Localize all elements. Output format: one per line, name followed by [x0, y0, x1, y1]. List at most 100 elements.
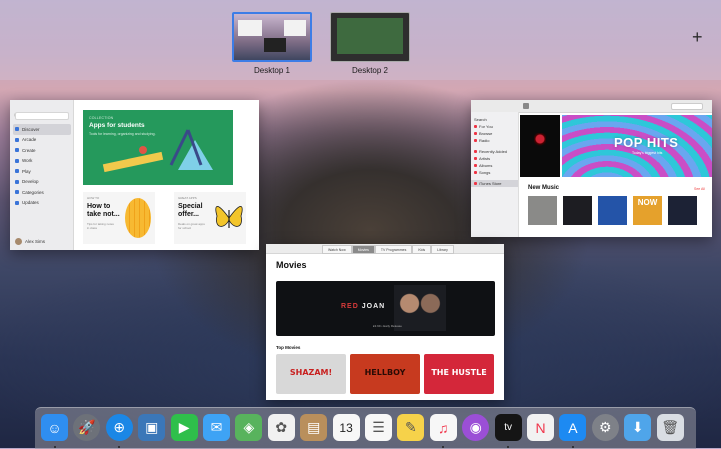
sidebar-item-label: Create: [22, 147, 36, 153]
add-desktop-button[interactable]: +: [692, 28, 703, 46]
rocket-icon: [15, 169, 19, 174]
notes-icon[interactable]: ✎: [397, 414, 425, 441]
tab-movies[interactable]: Movies: [351, 245, 375, 254]
brush-icon: [15, 148, 19, 153]
app-store-icon[interactable]: A: [559, 414, 587, 441]
sidebar-item-for-you[interactable]: For You: [471, 123, 518, 130]
album-cover[interactable]: [598, 196, 627, 225]
space-thumbnail: [330, 12, 410, 62]
search-input[interactable]: [671, 103, 703, 110]
orange-illustration: [125, 198, 151, 238]
movie-poster[interactable]: SHAZAM!: [276, 354, 346, 394]
tv-window[interactable]: Watch Now Movies TV Programmes Kids Libr…: [266, 244, 504, 400]
tv-icon[interactable]: tv: [494, 414, 522, 441]
sidebar-item-play[interactable]: Play: [13, 166, 71, 177]
space-desktop-1[interactable]: Desktop 1: [232, 12, 312, 75]
sidebar-item-songs[interactable]: Songs: [471, 169, 518, 176]
card-subtitle: Deals on great apps for school: [178, 222, 205, 230]
story-card[interactable]: HOW TO How to take not... Tips for takin…: [83, 192, 155, 244]
sidebar-item-discover[interactable]: Discover: [13, 124, 71, 135]
tab-tv-programmes[interactable]: TV Programmes: [374, 245, 413, 254]
heart-icon: [474, 125, 477, 128]
sidebar-item-recently-added[interactable]: Recently Added: [471, 148, 518, 155]
space-label: Desktop 2: [351, 66, 389, 75]
sidebar-item-categories[interactable]: Categories: [13, 187, 71, 198]
sidebar-item-label: Browse: [479, 131, 493, 136]
reminders-icon[interactable]: ☰: [365, 414, 392, 441]
app-store-main: COLLECTION Apps for students Tools for l…: [73, 100, 259, 250]
download-icon: [15, 200, 19, 205]
featured-movie-banner[interactable]: RED JOAN £3.99 • Early Release: [276, 281, 495, 336]
tab-kids[interactable]: Kids: [412, 245, 432, 254]
space-desktop-2[interactable]: Desktop 2: [330, 12, 410, 75]
sidebar-item-label: Updates: [22, 200, 39, 206]
movie-poster[interactable]: HELLBOY: [350, 354, 420, 394]
launchpad-icon[interactable]: 🚀: [73, 414, 101, 441]
user-account[interactable]: Alex Sims: [15, 238, 45, 245]
featured-collection-card[interactable]: COLLECTION Apps for students Tools for l…: [83, 110, 233, 185]
sidebar-item-search[interactable]: Search: [471, 116, 518, 123]
album-cover[interactable]: [563, 196, 592, 225]
grid-icon: [15, 190, 19, 195]
movie-poster[interactable]: THE HUSTLE: [424, 354, 494, 394]
note-icon: [474, 171, 477, 174]
sidebar-item-label: Develop: [22, 179, 39, 185]
card-subtitle: Tips for taking notes in class: [87, 222, 114, 230]
messages-icon[interactable]: ✉: [203, 414, 230, 441]
contacts-icon[interactable]: ▤: [300, 414, 328, 441]
butterfly-icon: [215, 206, 243, 228]
section-title: New Music: [528, 185, 560, 191]
sidebar-item-label: Radio: [479, 138, 490, 143]
star-icon: [474, 182, 477, 185]
music-main: POP HITS Today's biggest hits New Music …: [518, 112, 712, 237]
finder-icon[interactable]: ☺: [41, 414, 68, 441]
sidebar-item-label: Discover: [22, 126, 40, 132]
trash-icon[interactable]: 🗑: [656, 414, 684, 441]
music-window[interactable]: Search For You Browse Radio Recently Add…: [471, 100, 712, 237]
safari-icon[interactable]: ⊕: [105, 414, 133, 441]
tv-toolbar: Watch Now Movies TV Programmes Kids Libr…: [266, 244, 504, 254]
photo-booth-icon[interactable]: ▣: [138, 414, 166, 441]
facetime-icon[interactable]: ▶: [170, 414, 198, 441]
space-label: Desktop 1: [253, 66, 291, 75]
sidebar-item-develop[interactable]: Develop: [13, 177, 71, 188]
downloads-folder-icon[interactable]: ⬇: [624, 414, 652, 441]
pop-hits-banner[interactable]: POP HITS Today's biggest hits: [562, 115, 712, 177]
search-input[interactable]: [15, 112, 69, 120]
clock-icon: [474, 150, 477, 153]
story-card[interactable]: GREAT APPS Special offer... Deals on gre…: [174, 192, 246, 244]
sidebar-item-radio[interactable]: Radio: [471, 137, 518, 144]
app-store-window[interactable]: Discover Arcade Create Work Play Develop…: [10, 100, 259, 250]
tab-library[interactable]: Library: [431, 245, 454, 254]
sidebar-item-albums[interactable]: Albums: [471, 162, 518, 169]
sidebar-item-label: Songs: [479, 170, 491, 175]
sidebar-item-updates[interactable]: Updates: [13, 198, 71, 209]
artist-image: [534, 133, 546, 163]
sidebar-item-create[interactable]: Create: [13, 145, 71, 156]
sidebar-item-artists[interactable]: Artists: [471, 155, 518, 162]
movie-title-word: JOAN: [361, 303, 386, 310]
student-supplies-illustration: [102, 129, 213, 173]
podcasts-icon[interactable]: ◉: [462, 414, 490, 441]
browse-icon: [474, 132, 477, 135]
section-title: Top Movies: [276, 345, 301, 350]
album-cover[interactable]: [668, 196, 697, 225]
sidebar-item-work[interactable]: Work: [13, 156, 71, 167]
system-preferences-icon[interactable]: ⚙: [591, 414, 619, 441]
featured-artist-banner[interactable]: [520, 115, 560, 177]
sidebar-item-browse[interactable]: Browse: [471, 130, 518, 137]
dock: ☺ 🚀 ⊕ ▣ ▶ ✉ ◈ ✿ ▤ 13 ☰ ✎ ♫ ◉ tv N A ⚙ ⬇ 🗑: [35, 407, 696, 449]
sidebar-item-itunes-store[interactable]: iTunes Store: [471, 180, 518, 187]
see-all-link[interactable]: See All: [694, 187, 705, 191]
calendar-icon[interactable]: 13: [332, 414, 360, 441]
maps-icon[interactable]: ◈: [235, 414, 263, 441]
paperplane-icon: [15, 158, 19, 163]
photos-icon[interactable]: ✿: [267, 414, 295, 441]
album-cover[interactable]: [528, 196, 557, 225]
sidebar-item-label: Work: [22, 158, 33, 164]
music-icon[interactable]: ♫: [429, 414, 457, 441]
news-icon[interactable]: N: [527, 414, 554, 441]
tab-watch-now[interactable]: Watch Now: [322, 245, 352, 254]
sidebar-item-arcade[interactable]: Arcade: [13, 135, 71, 146]
album-cover[interactable]: NOW: [633, 196, 662, 225]
